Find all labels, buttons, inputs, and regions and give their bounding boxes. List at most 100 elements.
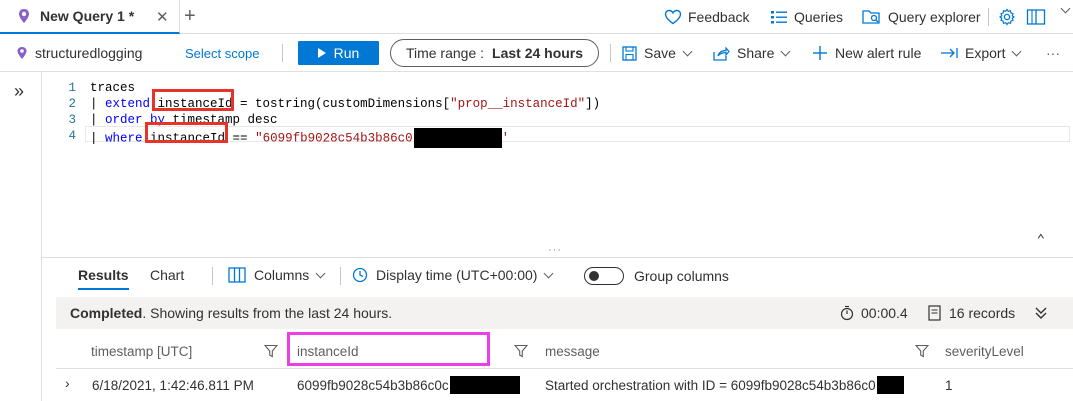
tab-bar: New Query 1 * ✕ + Feedback Queries Query… [0,0,1073,34]
line-number: 2 [68,97,76,111]
tab-results[interactable]: Results [78,267,129,290]
display-time-button[interactable]: Display time (UTC+00:00) [352,267,554,283]
code-text: traces [90,81,136,95]
book-icon[interactable] [1026,8,1046,26]
results-tabs: Results Chart Columns Display time (UTC+… [56,263,1073,293]
plus-icon [813,46,827,60]
tab-chart[interactable]: Chart [150,267,184,283]
splitter-handle[interactable]: ··· [548,244,562,256]
line-number: 3 [68,113,76,127]
feedback-button[interactable]: Feedback [664,0,749,34]
chevron-down-icon [315,268,326,278]
cell-severitylevel: 1 [945,377,953,393]
select-scope-link[interactable]: Select scope [185,34,259,72]
redaction-block [413,128,502,148]
filter-icon[interactable] [514,344,528,358]
new-alert-rule-label: New alert rule [835,45,922,61]
expand-panel-icon[interactable]: » [14,81,24,102]
scope-selector: structuredlogging [16,34,142,72]
record-count: 16 records [928,297,1015,329]
save-button[interactable]: Save [622,34,693,72]
annotation-highlight-box [152,89,234,111]
share-button[interactable]: Share [713,34,791,72]
export-label: Export [965,45,1006,61]
stopwatch-icon [840,305,854,321]
display-time-label: Display time (UTC+00:00) [376,267,538,283]
table-row[interactable]: › 6/18/2021, 1:42:46.811 PM 6099fb9028c5… [56,369,1073,401]
cell-instanceid: 6099fb9028c54b3b86c0c [297,369,520,401]
redaction-block [876,376,904,394]
columns-button[interactable]: Columns [228,267,326,283]
feedback-label: Feedback [688,9,750,25]
tab-title: New Query 1 * [40,8,135,24]
results-grid-header: timestamp [UTC] instanceId message sever… [56,333,1073,369]
editor-results-splitter[interactable] [42,257,1073,261]
scope-pin-icon [17,47,27,59]
divider [988,8,989,26]
query-explorer-button[interactable]: Query explorer [862,0,981,34]
group-columns-label: Group columns [634,268,729,284]
duration-value: 00:00.4 [861,305,908,321]
column-header-message[interactable]: message [545,333,600,369]
share-icon [713,45,730,61]
columns-label: Columns [254,267,310,283]
toggle-switch[interactable] [584,267,624,285]
new-tab-icon[interactable]: + [184,5,196,28]
export-button[interactable]: Export [940,34,1022,72]
collapse-results-icon[interactable] [1035,306,1047,320]
list-icon [771,11,787,24]
collapse-editor-icon[interactable]: ⌃ [1037,232,1045,249]
chevron-down-icon[interactable] [1060,3,1071,14]
queries-label: Queries [794,9,844,25]
cell-message: Started orchestration with ID = 6099fb90… [545,369,904,401]
expand-row-icon[interactable]: › [65,375,70,391]
new-alert-rule-button[interactable]: New alert rule [812,34,921,72]
export-arrow-icon [941,48,958,58]
filter-icon[interactable] [915,344,929,358]
column-header-severitylevel[interactable]: severityLevel [945,333,1024,369]
time-range-value: Last 24 hours [492,45,584,61]
log-analytics-icon [19,9,29,23]
run-button[interactable]: Run [298,41,379,65]
query-duration: 00:00.4 [840,297,908,329]
column-header-timestamp[interactable]: timestamp [UTC] [91,333,192,369]
more-options-button[interactable]: ··· [1046,34,1060,72]
close-tab-icon[interactable]: ✕ [156,8,169,26]
time-range-picker[interactable]: Time range : Last 24 hours [390,39,599,67]
records-value: 16 records [949,305,1016,321]
document-icon [928,305,941,321]
time-range-label: Time range : [405,45,485,61]
cell-timestamp: 6/18/2021, 1:42:46.811 PM [92,377,254,393]
play-icon [317,48,326,58]
status-message: Completed. Showing results from the last… [70,305,393,321]
divider [340,267,341,285]
scope-name: structuredlogging [35,45,143,61]
folder-search-icon [862,10,880,24]
line-number: 1 [68,81,76,95]
save-label: Save [644,45,676,61]
annotation-highlight-box [145,122,228,143]
filter-icon[interactable] [264,344,278,358]
group-columns-toggle[interactable]: Group columns [584,267,729,285]
query-explorer-label: Query explorer [888,9,981,25]
share-label: Share [737,45,775,61]
query-toolbar: structuredlogging Select scope Run Time … [0,34,1073,72]
gear-icon[interactable] [998,8,1016,26]
chevron-down-icon [543,268,554,278]
clock-icon [352,267,368,283]
divider [282,44,283,62]
query-tab[interactable]: New Query 1 * ✕ [0,0,180,34]
run-label: Run [333,45,360,61]
redaction-block [449,376,520,394]
queries-button[interactable]: Queries [770,0,843,34]
side-panel-rail: » [0,72,42,401]
heart-icon [664,9,682,25]
divider [610,44,611,62]
chevron-down-icon [1012,46,1022,56]
annotation-highlight-box [287,332,490,366]
results-status-bar: Completed. Showing results from the last… [56,297,1073,329]
chevron-down-icon [682,46,693,56]
save-icon [622,45,637,61]
divider [212,267,213,285]
columns-icon [228,267,246,283]
